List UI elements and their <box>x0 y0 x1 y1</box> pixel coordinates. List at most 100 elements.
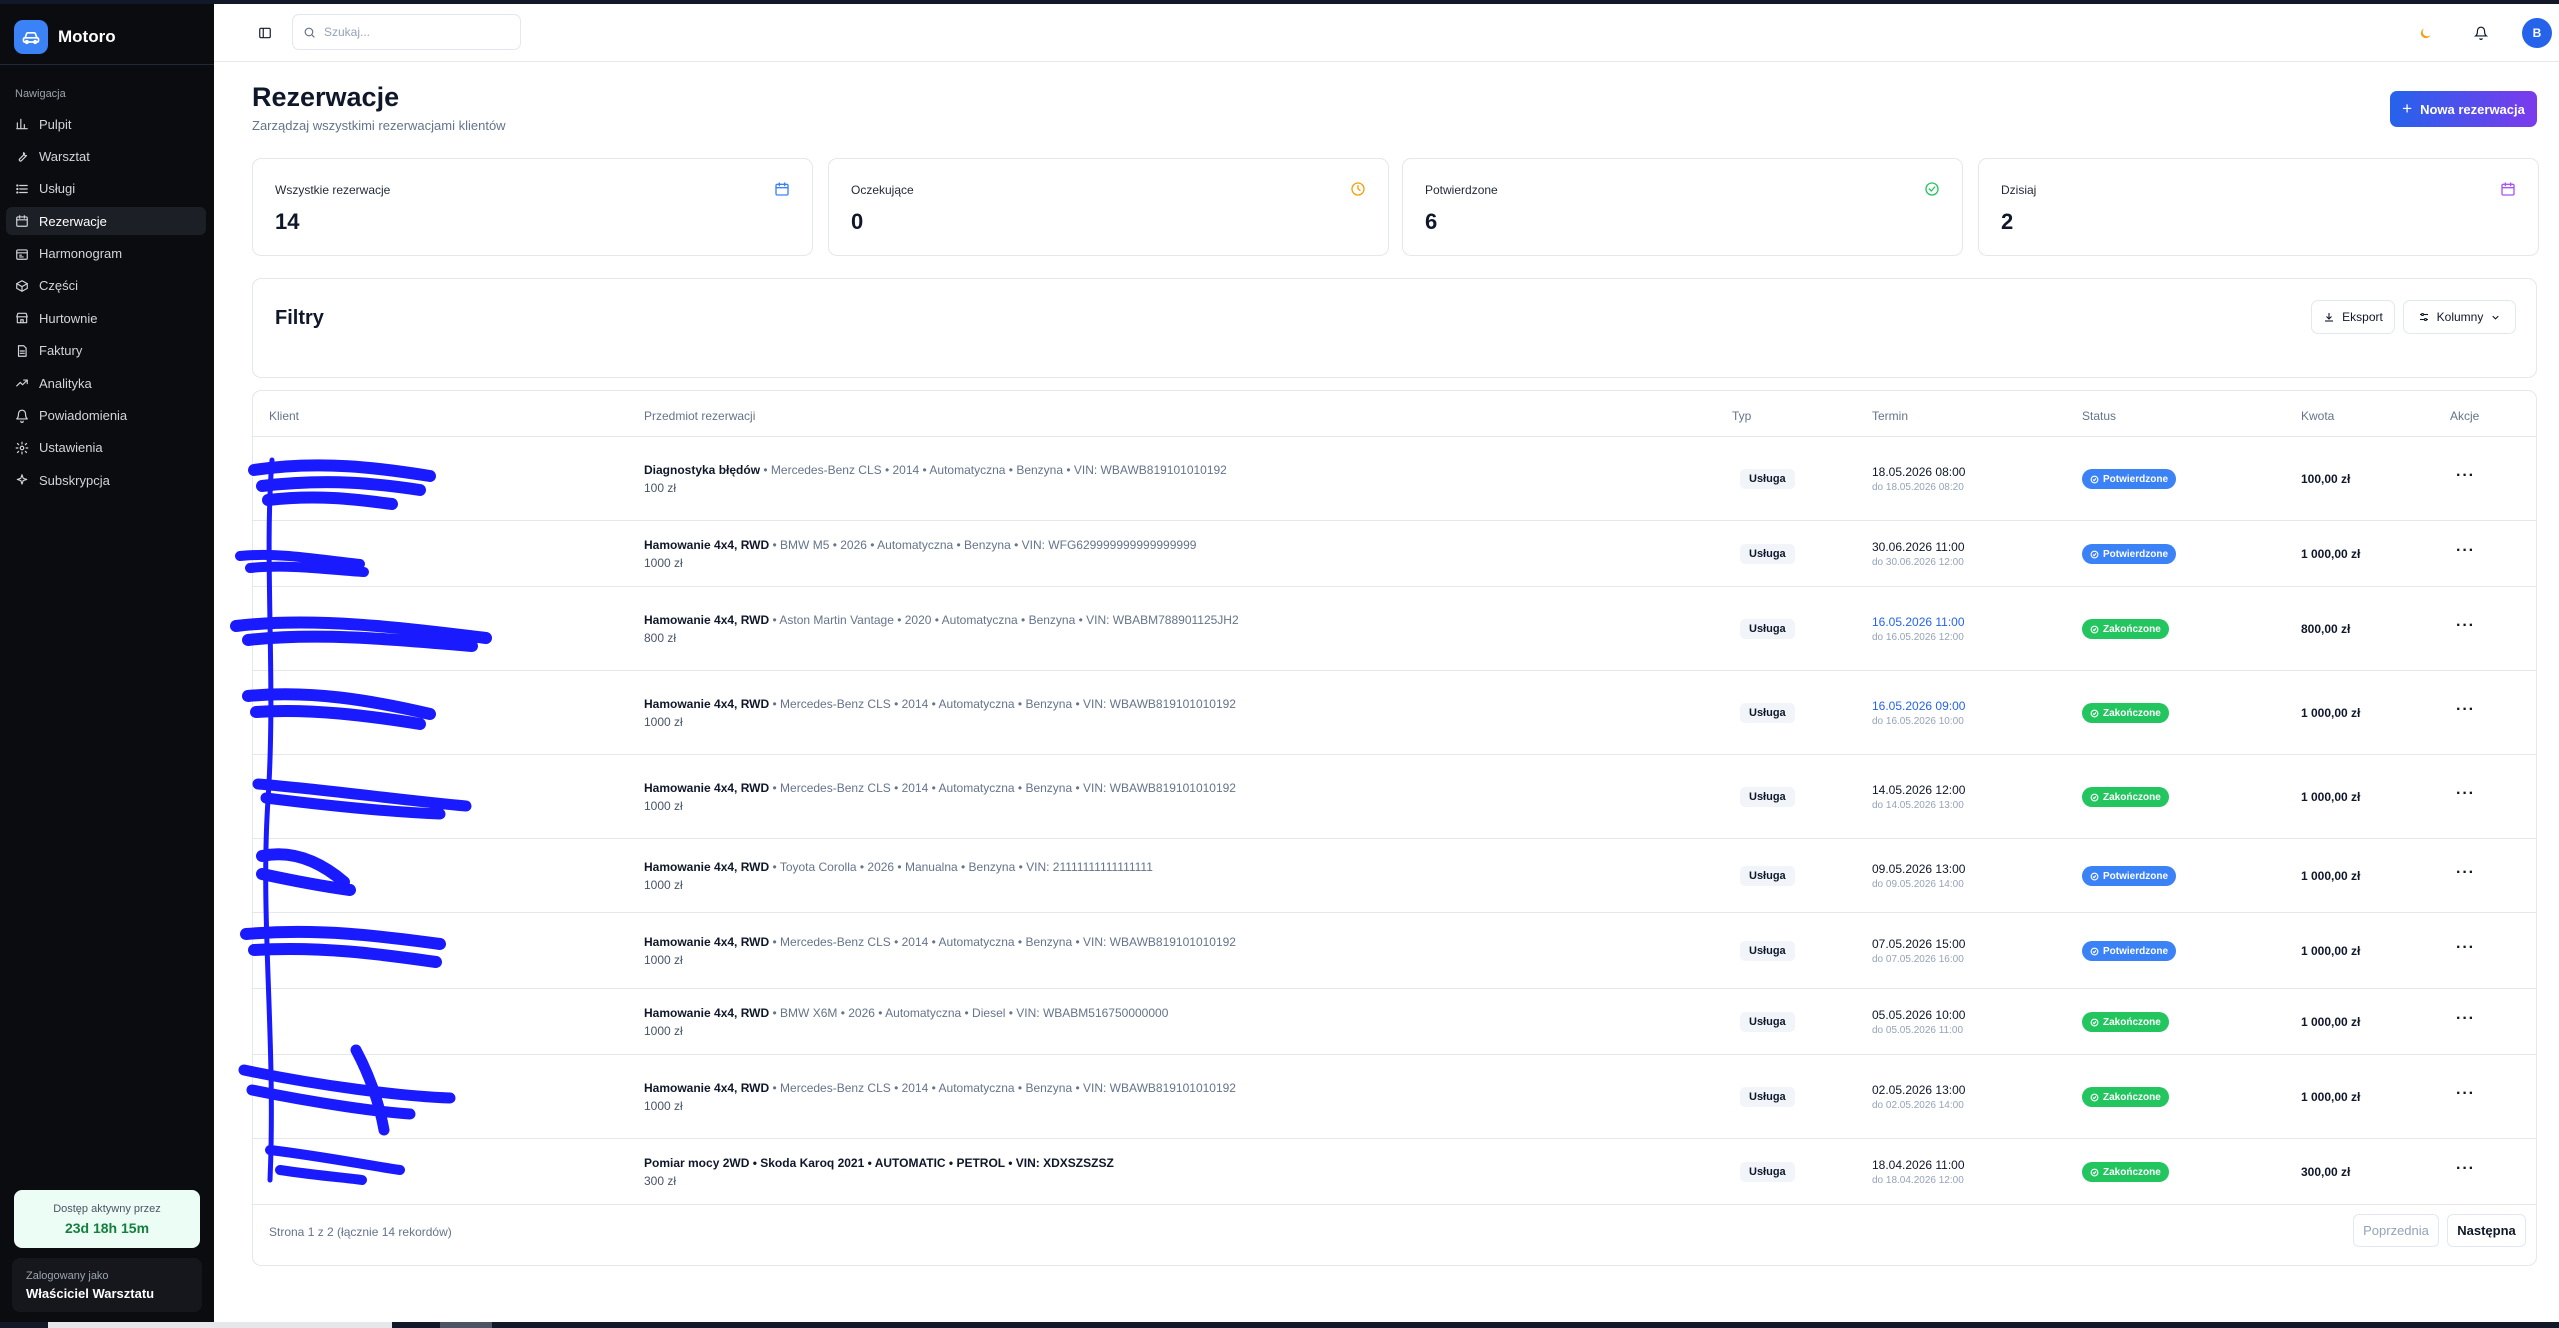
more-actions-icon[interactable]: ··· <box>2456 939 2475 957</box>
term-start: 07.05.2026 15:00 <box>1872 937 1966 951</box>
next-page-button[interactable]: Następna <box>2447 1214 2526 1247</box>
table-row[interactable]: Pomiar mocy 2WD • Skoda Karoq 2021 • AUT… <box>253 1139 2536 1205</box>
list-icon <box>16 184 28 194</box>
sidebar-toggle-icon[interactable] <box>254 22 276 44</box>
term-start: 02.05.2026 13:00 <box>1872 1083 1966 1097</box>
sidebar-item-subskrypcja[interactable]: Subskrypcja <box>6 466 206 494</box>
status-badge: Zakończone <box>2082 703 2169 723</box>
table-row[interactable]: Hamowanie 4x4, RWD • Mercedes-Benz CLS •… <box>253 671 2536 755</box>
sidebar-item-label: Hurtownie <box>39 310 98 326</box>
status-badge: Zakończone <box>2082 619 2169 639</box>
status-badge: Zakończone <box>2082 1012 2169 1032</box>
table-row[interactable]: Hamowanie 4x4, RWD • Mercedes-Benz CLS •… <box>253 1055 2536 1139</box>
new-reservation-button[interactable]: + Nowa rezerwacja <box>2390 91 2537 127</box>
check-circle-icon <box>2090 947 2099 956</box>
term-end: do 18.05.2026 08:20 <box>1872 482 1964 493</box>
more-actions-icon[interactable]: ··· <box>2456 1160 2475 1178</box>
invoice-icon <box>17 344 27 357</box>
user-name: Właściciel Warsztatu <box>26 1286 155 1301</box>
status-badge: Zakończone <box>2082 787 2169 807</box>
sidebar-item-analityka[interactable]: Analityka <box>6 369 206 397</box>
service-price: 1000 zł <box>644 556 683 570</box>
theme-moon-icon[interactable] <box>2414 22 2436 44</box>
columns-button[interactable]: Kolumny <box>2403 300 2516 334</box>
amount: 100,00 zł <box>2301 472 2351 486</box>
more-actions-icon[interactable]: ··· <box>2456 701 2475 719</box>
stat-card: Wszystkie rezerwacje 14 <box>252 158 813 256</box>
filters-panel: Filtry Eksport Kolumny <box>252 278 2537 378</box>
store-icon <box>16 313 28 324</box>
more-actions-icon[interactable]: ··· <box>2456 785 2475 803</box>
sidebar-item-powiadomienia[interactable]: Powiadomienia <box>6 402 206 430</box>
table-row[interactable]: Hamowanie 4x4, RWD • Aston Martin Vantag… <box>253 587 2536 671</box>
search-box[interactable] <box>292 14 521 50</box>
sidebar-item-ustawienia[interactable]: Ustawienia <box>6 434 206 462</box>
sidebar-item-hurtownie[interactable]: Hurtownie <box>6 304 206 332</box>
sidebar-item-czesci[interactable]: Części <box>6 272 206 300</box>
trend-icon <box>16 379 28 387</box>
type-badge: Usługa <box>1740 544 1795 564</box>
column-header: Termin <box>1872 409 1909 423</box>
nav-section-label: Nawigacja <box>15 88 66 100</box>
reservation-item: Hamowanie 4x4, RWD • Mercedes-Benz CLS •… <box>644 697 1236 729</box>
stat-label: Potwierdzone <box>1425 183 1498 197</box>
reservation-item: Hamowanie 4x4, RWD • Mercedes-Benz CLS •… <box>644 1081 1236 1113</box>
more-actions-icon[interactable]: ··· <box>2456 542 2475 560</box>
more-actions-icon[interactable]: ··· <box>2456 1085 2475 1103</box>
previous-page-button[interactable]: Poprzednia <box>2353 1214 2439 1247</box>
amount: 800,00 zł <box>2301 622 2351 636</box>
status-label: Potwierdzone <box>2103 548 2169 560</box>
sidebar-item-faktury[interactable]: Faktury <box>6 337 206 365</box>
sidebar-item-uslugi[interactable]: Usługi <box>6 175 206 203</box>
service-price: 1000 zł <box>644 878 683 892</box>
sidebar-item-warsztat[interactable]: Warsztat <box>6 142 206 170</box>
table-row[interactable]: Hamowanie 4x4, RWD • Mercedes-Benz CLS •… <box>253 913 2536 989</box>
table-row[interactable]: Diagnostyka błędów • Mercedes-Benz CLS •… <box>253 437 2536 521</box>
sidebar-item-harmonogram[interactable]: Harmonogram <box>6 240 206 268</box>
sliders-icon <box>2419 312 2428 322</box>
more-actions-icon[interactable]: ··· <box>2456 864 2475 882</box>
stat-label: Oczekujące <box>851 183 914 197</box>
check-circle-icon <box>2090 475 2099 484</box>
user-avatar[interactable]: B <box>2522 18 2552 48</box>
stat-card: Oczekujące 0 <box>828 158 1389 256</box>
service-name: Diagnostyka błędów <box>644 463 761 477</box>
search-input[interactable] <box>324 25 504 39</box>
bell-icon[interactable] <box>2470 22 2492 44</box>
reservation-item: Hamowanie 4x4, RWD • Mercedes-Benz CLS •… <box>644 781 1236 813</box>
sidebar-item-pulpit[interactable]: Pulpit <box>6 110 206 138</box>
term-start: 16.05.2026 11:00 <box>1872 615 1965 629</box>
table-row[interactable]: Hamowanie 4x4, RWD • Toyota Corolla • 20… <box>253 839 2536 913</box>
table-row[interactable]: Hamowanie 4x4, RWD • BMW M5 • 2026 • Aut… <box>253 521 2536 587</box>
more-actions-icon[interactable]: ··· <box>2456 467 2475 485</box>
user-box[interactable]: Zalogowany jako Właściciel Warsztatu <box>12 1258 202 1312</box>
stat-card: Potwierdzone 6 <box>1402 158 1963 256</box>
sidebar-item-rezerwacje[interactable]: Rezerwacje <box>6 207 206 236</box>
brand[interactable]: Motoro <box>14 20 116 54</box>
table-row[interactable]: Hamowanie 4x4, RWD • Mercedes-Benz CLS •… <box>253 755 2536 839</box>
new-reservation-label: Nowa rezerwacja <box>2420 101 2525 117</box>
vehicle-details: Mercedes-Benz CLS • 2014 • Automatyczna … <box>780 781 1236 795</box>
table-row[interactable]: Hamowanie 4x4, RWD • BMW X6M • 2026 • Au… <box>253 989 2536 1055</box>
status-badge: Potwierdzone <box>2082 866 2177 886</box>
search-icon <box>304 27 315 38</box>
check-circle-icon <box>2090 1018 2099 1027</box>
export-button[interactable]: Eksport <box>2311 300 2395 334</box>
term-cell: 18.04.2026 11:00 do 18.04.2026 12:00 <box>1872 1158 1965 1186</box>
vehicle-details: BMW M5 • 2026 • Automatyczna • Benzyna •… <box>780 538 1197 552</box>
term-cell: 02.05.2026 13:00 do 02.05.2026 14:00 <box>1872 1083 1965 1111</box>
term-cell: 07.05.2026 15:00 do 07.05.2026 16:00 <box>1872 937 1965 965</box>
download-icon <box>2325 313 2334 322</box>
status-badge: Potwierdzone <box>2082 941 2177 961</box>
more-actions-icon[interactable]: ··· <box>2456 1010 2475 1028</box>
sidebar-item-label: Powiadomienia <box>39 408 128 424</box>
term-cell: 16.05.2026 09:00 do 16.05.2026 10:00 <box>1872 699 1965 727</box>
term-cell: 30.06.2026 11:00 do 30.06.2026 12:00 <box>1872 540 1965 568</box>
more-actions-icon[interactable]: ··· <box>2456 617 2475 635</box>
term-cell: 18.05.2026 08:00 do 18.05.2026 08:20 <box>1872 465 1965 493</box>
column-header: Kwota <box>2301 409 2335 423</box>
plus-icon: + <box>2402 99 2413 118</box>
column-header: Status <box>2082 409 2117 423</box>
clock-icon <box>1351 182 1365 196</box>
sidebar-item-label: Harmonogram <box>39 246 123 262</box>
